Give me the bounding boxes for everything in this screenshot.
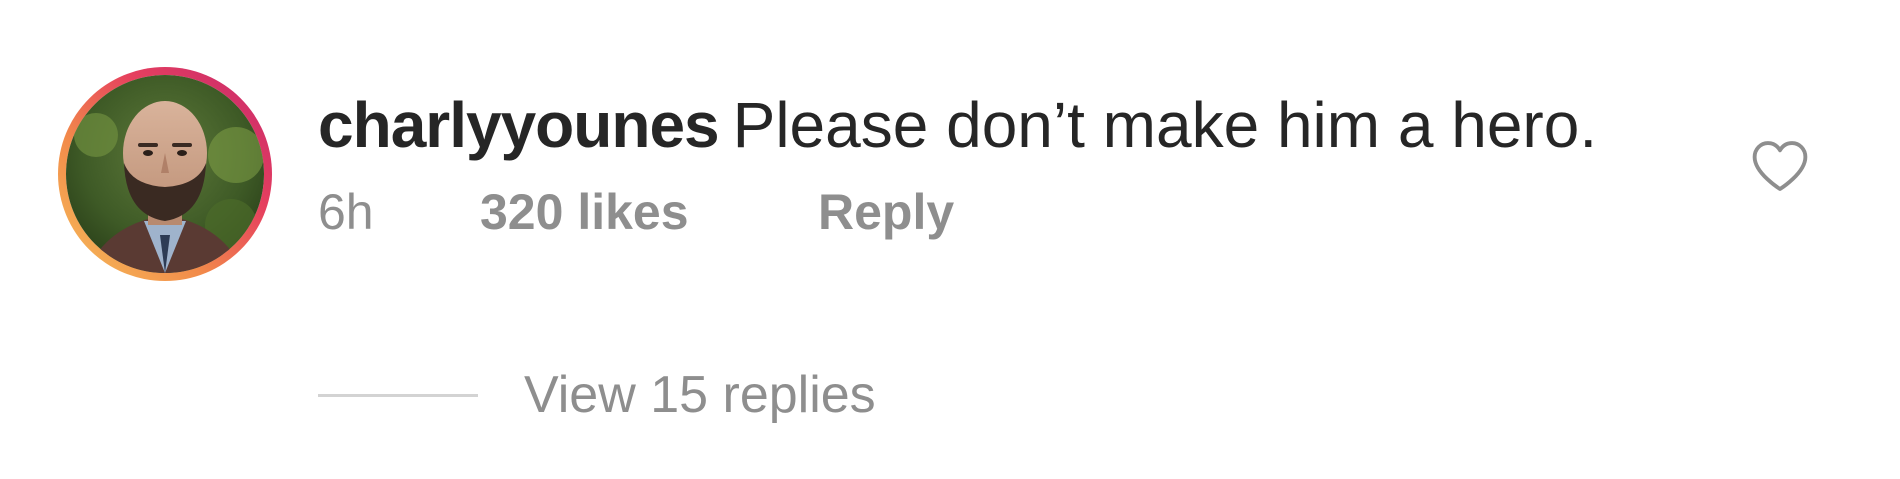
- comment-meta: 6h 320 likes Reply: [318, 182, 1597, 242]
- timestamp: 6h: [318, 184, 374, 240]
- reply-button[interactable]: Reply: [818, 182, 954, 242]
- comment-line: charlyyounes Please don’t make him a hero…: [318, 85, 1597, 165]
- replies-divider: [318, 393, 478, 397]
- likes-count[interactable]: 320 likes: [480, 182, 818, 242]
- comment: charlyyounes Please don’t make him a hero…: [0, 0, 1900, 479]
- heart-icon-svg: [1752, 141, 1808, 191]
- avatar[interactable]: [58, 67, 272, 281]
- view-replies-label: View 15 replies: [524, 366, 876, 424]
- heart-outline-icon[interactable]: [1751, 139, 1809, 193]
- view-replies-button[interactable]: View 15 replies: [318, 360, 876, 430]
- avatar-photo: [66, 75, 264, 273]
- comment-body: charlyyounes Please don’t make him a hero…: [318, 85, 1597, 242]
- username[interactable]: charlyyounes: [318, 89, 720, 161]
- avatar-image: [66, 75, 264, 273]
- comment-text: Please don’t make him a hero.: [732, 89, 1598, 161]
